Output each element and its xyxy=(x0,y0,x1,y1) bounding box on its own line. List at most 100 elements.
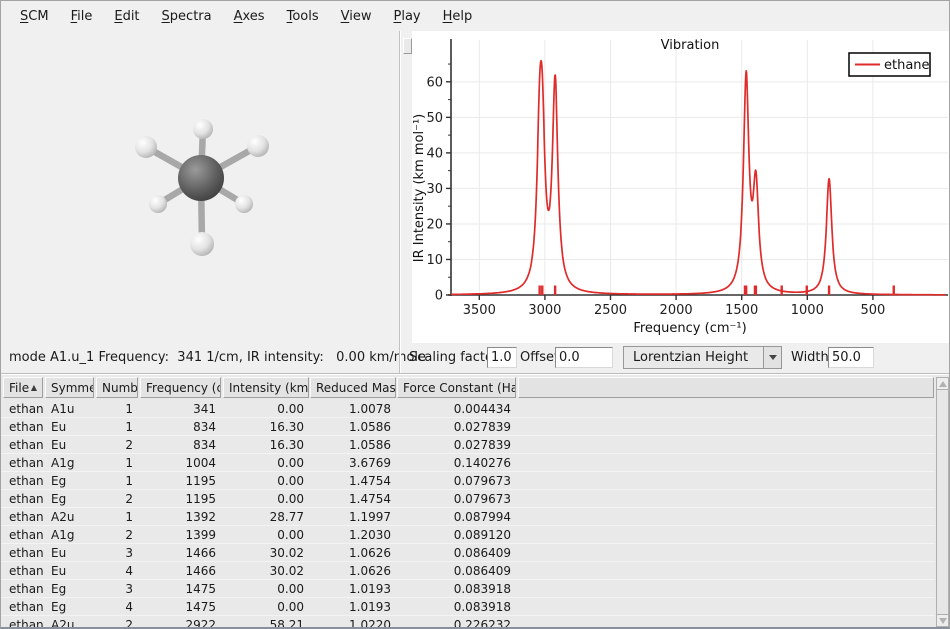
cell-symmetry: Eg xyxy=(45,598,94,616)
cell-file: ethane xyxy=(3,616,43,627)
cell-number: 1 xyxy=(96,418,138,436)
cell-symmetry: A1u xyxy=(45,400,94,418)
cell-number: 1 xyxy=(96,454,138,472)
y-tick-label: 10 xyxy=(426,253,443,268)
cell-symmetry: Eu xyxy=(45,418,94,436)
cell-symmetry: Eu xyxy=(45,544,94,562)
table-row[interactable]: ethaneEg111950.001.47540.079673 xyxy=(1,472,935,490)
column-header-intensity[interactable]: Intensity (km mol⁻¹) xyxy=(223,377,309,398)
pane-sash[interactable] xyxy=(402,32,412,342)
hydrogen-atom xyxy=(247,135,269,157)
menu-item-axes[interactable]: Axes xyxy=(223,6,276,27)
menu-bar: SCMFileEditSpectraAxesToolsViewPlayHelp xyxy=(1,1,949,31)
cell-force-constant: 0.079673 xyxy=(397,490,516,508)
cell-force-constant: 0.083918 xyxy=(397,580,516,598)
table-row[interactable]: ethaneA1g213990.001.20300.089120 xyxy=(1,526,935,544)
pane-divider xyxy=(399,31,400,373)
table-row[interactable]: ethaneA1u13410.001.00780.004434 xyxy=(1,400,935,418)
cell-symmetry: A2u xyxy=(45,508,94,526)
menu-item-play[interactable]: Play xyxy=(382,6,431,27)
y-tick-label: 20 xyxy=(426,217,443,232)
cell-force-constant: 0.004434 xyxy=(397,400,516,418)
menu-item-help[interactable]: Help xyxy=(432,6,484,27)
menu-item-tools[interactable]: Tools xyxy=(276,6,330,27)
menu-item-scm[interactable]: SCM xyxy=(9,6,60,27)
table-row[interactable]: ethaneEu4146630.021.06260.086409 xyxy=(1,562,935,580)
mode-marker[interactable] xyxy=(538,286,540,296)
cell-intensity: 58.21 xyxy=(223,616,309,627)
status-bar: mode A1.u_1 Frequency: 341 1/cm, IR inte… xyxy=(1,342,398,372)
table-row[interactable]: ethaneEg414750.001.01930.083918 xyxy=(1,598,935,616)
menu-item-edit[interactable]: Edit xyxy=(103,6,150,27)
results-table: File▲SymmetryNumberFrequency (cm⁻¹)Inten… xyxy=(1,375,949,627)
scrollbar-thumb[interactable] xyxy=(936,390,949,614)
menu-item-view[interactable]: View xyxy=(330,6,383,27)
mode-status-text: mode A1.u_1 Frequency: 341 1/cm, IR inte… xyxy=(9,350,426,365)
table-row[interactable]: ethaneEu183416.301.05860.027839 xyxy=(1,418,935,436)
cell-intensity: 0.00 xyxy=(223,580,309,598)
table-row[interactable]: ethaneA1g110040.003.67690.140276 xyxy=(1,454,935,472)
mode-marker[interactable] xyxy=(893,286,895,296)
cell-reduced-mass: 1.0626 xyxy=(310,544,396,562)
cell-number: 2 xyxy=(96,526,138,544)
menu-item-spectra[interactable]: Spectra xyxy=(151,6,223,27)
cell-frequency: 1399 xyxy=(140,526,221,544)
cell-frequency: 1392 xyxy=(140,508,221,526)
cell-intensity: 0.00 xyxy=(223,472,309,490)
cell-file: ethane xyxy=(3,472,43,490)
table-row[interactable]: ethaneEu283416.301.05860.027839 xyxy=(1,436,935,454)
mode-marker[interactable] xyxy=(754,286,756,296)
menu-item-file[interactable]: File xyxy=(60,6,104,27)
cell-symmetry: A1g xyxy=(45,454,94,472)
scroll-down-button[interactable] xyxy=(936,614,949,627)
scroll-up-button[interactable] xyxy=(936,377,949,390)
column-header-frequency[interactable]: Frequency (cm⁻¹) xyxy=(140,377,221,398)
cell-intensity: 16.30 xyxy=(223,436,309,454)
mode-marker[interactable] xyxy=(828,286,830,296)
mode-marker[interactable] xyxy=(541,286,543,296)
offset-input[interactable] xyxy=(555,347,613,368)
cell-frequency: 1195 xyxy=(140,490,221,508)
cell-reduced-mass: 1.4754 xyxy=(310,490,396,508)
cell-file: ethane xyxy=(3,508,43,526)
lineshape-select[interactable]: Lorentzian Height xyxy=(623,346,782,369)
sash-handle[interactable] xyxy=(403,38,412,54)
cell-reduced-mass: 1.0193 xyxy=(310,580,396,598)
ir-spectrum-chart[interactable]: 3500300025002000150010005000102030405060… xyxy=(412,31,950,343)
cell-file: ethane xyxy=(3,454,43,472)
column-header-file[interactable]: File▲ xyxy=(3,377,43,398)
table-row[interactable]: ethaneEg211950.001.47540.079673 xyxy=(1,490,935,508)
hydrogen-atom xyxy=(135,136,157,158)
column-header-number[interactable]: Number xyxy=(96,377,138,398)
cell-number: 2 xyxy=(96,616,138,627)
column-header-reduced[interactable]: Reduced Mass (u) xyxy=(310,377,396,398)
width-input[interactable] xyxy=(828,347,874,368)
cell-intensity: 16.30 xyxy=(223,418,309,436)
cell-reduced-mass: 1.2030 xyxy=(310,526,396,544)
table-row[interactable]: ethaneEu3146630.021.06260.086409 xyxy=(1,544,935,562)
cell-intensity: 30.02 xyxy=(223,562,309,580)
table-row[interactable]: ethaneA2u1139228.771.19970.087994 xyxy=(1,508,935,526)
molecule-viewport[interactable] xyxy=(1,31,399,342)
vertical-scrollbar[interactable] xyxy=(936,377,949,627)
cell-frequency: 834 xyxy=(140,418,221,436)
mode-marker[interactable] xyxy=(806,286,808,296)
column-header-force[interactable]: Force Constant (Ha Bohr⁻²) xyxy=(397,377,516,398)
cell-frequency: 1004 xyxy=(140,454,221,472)
hydrogen-atom xyxy=(193,119,213,139)
table-row[interactable]: ethaneEg314750.001.01930.083918 xyxy=(1,580,935,598)
application-window: SCMFileEditSpectraAxesToolsViewPlayHelp … xyxy=(0,0,950,629)
table-row[interactable]: ethaneA2u2292258.211.02200.226232 xyxy=(1,616,935,627)
mode-marker[interactable] xyxy=(744,286,746,296)
column-header-symmetry[interactable]: Symmetry xyxy=(45,377,94,398)
cell-file: ethane xyxy=(3,418,43,436)
cell-file: ethane xyxy=(3,436,43,454)
chevron-down-icon[interactable] xyxy=(763,347,781,368)
cell-intensity: 30.02 xyxy=(223,544,309,562)
cell-reduced-mass: 1.4754 xyxy=(310,472,396,490)
scaling-factor-input[interactable] xyxy=(487,347,517,368)
cell-number: 2 xyxy=(96,436,138,454)
cell-frequency: 834 xyxy=(140,436,221,454)
mode-marker[interactable] xyxy=(554,286,556,296)
x-tick-label: 500 xyxy=(860,303,885,318)
